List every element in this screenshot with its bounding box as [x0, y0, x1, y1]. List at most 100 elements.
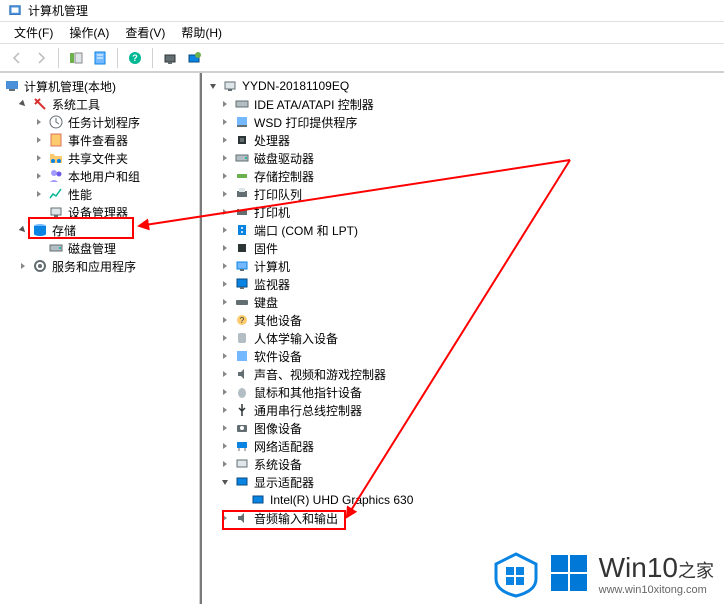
- tree-root-computer-management[interactable]: 计算机管理(本地): [2, 77, 197, 95]
- expander-icon[interactable]: [218, 205, 232, 219]
- tree-performance[interactable]: 性能: [2, 185, 197, 203]
- menu-view[interactable]: 查看(V): [117, 22, 173, 43]
- node-label: 监视器: [254, 276, 290, 293]
- expander-icon[interactable]: [218, 187, 232, 201]
- tree-usb[interactable]: 通用串行总线控制器: [204, 401, 722, 419]
- display-adapters-icon: [234, 474, 250, 490]
- menu-help[interactable]: 帮助(H): [173, 22, 230, 43]
- node-label: 磁盘管理: [68, 240, 116, 257]
- expander-icon[interactable]: [218, 97, 232, 111]
- expander-icon[interactable]: [32, 115, 46, 129]
- tree-ide-controllers[interactable]: IDE ATA/ATAPI 控制器: [204, 95, 722, 113]
- tree-keyboards[interactable]: 键盘: [204, 293, 722, 311]
- expander-icon[interactable]: [16, 259, 30, 273]
- expander-icon[interactable]: [206, 79, 220, 93]
- menubar: 文件(F) 操作(A) 查看(V) 帮助(H): [0, 22, 724, 44]
- windows-logo-icon: [549, 553, 591, 595]
- left-tree-pane[interactable]: 计算机管理(本地) 系统工具 任务计划程序 事件查看器 共享文件夹 本地用户和组: [0, 73, 200, 604]
- tree-processors[interactable]: 处理器: [204, 131, 722, 149]
- node-label: 端口 (COM 和 LPT): [254, 222, 358, 239]
- tree-storage[interactable]: 存储: [2, 221, 197, 239]
- tree-mice[interactable]: 鼠标和其他指针设备: [204, 383, 722, 401]
- help-button[interactable]: ?: [124, 47, 146, 69]
- expander-icon[interactable]: [218, 475, 232, 489]
- expander-icon[interactable]: [218, 259, 232, 273]
- expander-icon[interactable]: [218, 511, 232, 525]
- right-tree-pane[interactable]: YYDN-20181109EQ IDE ATA/ATAPI 控制器WSD 打印提供…: [200, 73, 724, 604]
- expander-icon[interactable]: [32, 187, 46, 201]
- tree-firmware[interactable]: 固件: [204, 239, 722, 257]
- show-hide-tree-button[interactable]: [65, 47, 87, 69]
- expander-icon[interactable]: [218, 133, 232, 147]
- expander-icon[interactable]: [218, 169, 232, 183]
- tree-storage-controllers[interactable]: 存储控制器: [204, 167, 722, 185]
- toolbar: ?: [0, 44, 724, 72]
- expander-icon[interactable]: [16, 223, 30, 237]
- tree-software-devices[interactable]: 软件设备: [204, 347, 722, 365]
- menu-action[interactable]: 操作(A): [61, 22, 117, 43]
- tree-print-queues[interactable]: 打印队列: [204, 185, 722, 203]
- expander-icon[interactable]: [16, 97, 30, 111]
- expander-icon[interactable]: [218, 403, 232, 417]
- tree-display-adapters[interactable]: 显示适配器: [204, 473, 722, 491]
- expander-icon[interactable]: [218, 115, 232, 129]
- tree-shared-folders[interactable]: 共享文件夹: [2, 149, 197, 167]
- expander-icon[interactable]: [32, 133, 46, 147]
- tree-computer[interactable]: 计算机: [204, 257, 722, 275]
- tree-network-adapters[interactable]: 网络适配器: [204, 437, 722, 455]
- tree-other-devices[interactable]: ?其他设备: [204, 311, 722, 329]
- tree-display-adapter-intel[interactable]: Intel(R) UHD Graphics 630: [204, 491, 722, 509]
- expander-icon[interactable]: [218, 331, 232, 345]
- tree-sound[interactable]: 声音、视频和游戏控制器: [204, 365, 722, 383]
- expander-icon[interactable]: [218, 439, 232, 453]
- expander-icon[interactable]: [218, 241, 232, 255]
- tree-disk-drives[interactable]: 磁盘驱动器: [204, 149, 722, 167]
- node-label: 系统设备: [254, 456, 302, 473]
- expander-icon[interactable]: [218, 385, 232, 399]
- expander-icon[interactable]: [218, 223, 232, 237]
- tree-imaging[interactable]: 图像设备: [204, 419, 722, 437]
- tree-local-users[interactable]: 本地用户和组: [2, 167, 197, 185]
- imaging-icon: [234, 420, 250, 436]
- tree-system-tools[interactable]: 系统工具: [2, 95, 197, 113]
- toolbar-separator: [117, 48, 118, 68]
- tree-device-manager[interactable]: 设备管理器: [2, 203, 197, 221]
- tree-device-root[interactable]: YYDN-20181109EQ: [204, 77, 722, 95]
- tree-services-apps[interactable]: 服务和应用程序: [2, 257, 197, 275]
- svg-text:?: ?: [240, 316, 245, 325]
- tree-ports[interactable]: 端口 (COM 和 LPT): [204, 221, 722, 239]
- watermark-suffix: 之家: [678, 561, 714, 581]
- menu-file[interactable]: 文件(F): [6, 22, 61, 43]
- tree-audio-io[interactable]: 音频输入和输出: [204, 509, 722, 527]
- tree-event-viewer[interactable]: 事件查看器: [2, 131, 197, 149]
- scan-hardware-button[interactable]: [159, 47, 181, 69]
- expander-icon[interactable]: [32, 169, 46, 183]
- forward-button[interactable]: [30, 47, 52, 69]
- expander-icon[interactable]: [218, 457, 232, 471]
- tree-monitors[interactable]: 监视器: [204, 275, 722, 293]
- tree-task-scheduler[interactable]: 任务计划程序: [2, 113, 197, 131]
- expander-icon[interactable]: [218, 367, 232, 381]
- display-adapter-intel-icon: [250, 492, 266, 508]
- expander-icon[interactable]: [218, 421, 232, 435]
- expander-icon[interactable]: [218, 313, 232, 327]
- node-label: YYDN-20181109EQ: [242, 79, 349, 93]
- expander-icon[interactable]: [218, 295, 232, 309]
- tree-wsd-print[interactable]: WSD 打印提供程序: [204, 113, 722, 131]
- node-label: IDE ATA/ATAPI 控制器: [254, 96, 374, 113]
- processors-icon: [234, 132, 250, 148]
- expander-icon[interactable]: [218, 349, 232, 363]
- tree-system-devices[interactable]: 系统设备: [204, 455, 722, 473]
- expander-icon[interactable]: [218, 277, 232, 291]
- refresh-button[interactable]: [183, 47, 205, 69]
- tree-printers[interactable]: 打印机: [204, 203, 722, 221]
- expander-icon[interactable]: [218, 151, 232, 165]
- properties-button[interactable]: [89, 47, 111, 69]
- node-label: 事件查看器: [68, 132, 128, 149]
- back-button[interactable]: [6, 47, 28, 69]
- ide-controllers-icon: [234, 96, 250, 112]
- tree-disk-management[interactable]: 磁盘管理: [2, 239, 197, 257]
- app-icon: [8, 4, 22, 18]
- tree-hid[interactable]: 人体学输入设备: [204, 329, 722, 347]
- expander-icon[interactable]: [32, 151, 46, 165]
